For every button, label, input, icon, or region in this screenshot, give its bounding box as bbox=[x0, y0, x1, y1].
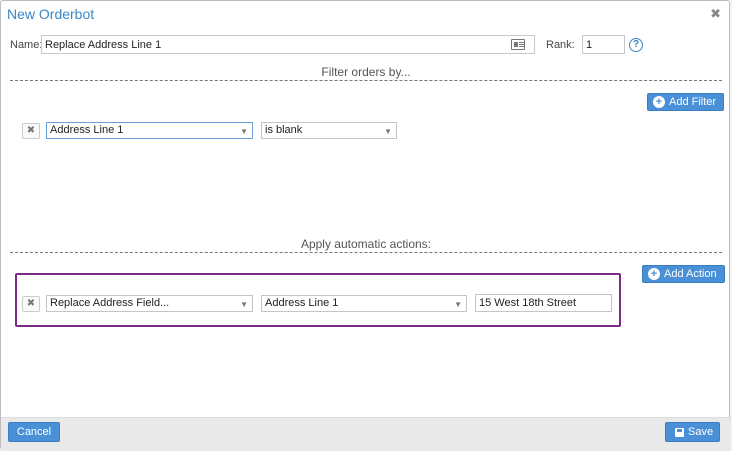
action-value-input[interactable] bbox=[475, 294, 612, 312]
floppy-disk-icon bbox=[675, 428, 684, 437]
plus-circle-icon: + bbox=[653, 96, 665, 108]
name-label: Name: bbox=[10, 39, 43, 51]
plus-circle-icon: + bbox=[648, 268, 660, 280]
actions-divider bbox=[10, 252, 722, 253]
filter-field-value: Address Line 1 bbox=[50, 124, 124, 136]
chevron-down-icon: ▼ bbox=[454, 300, 462, 309]
modal-title: New Orderbot bbox=[7, 6, 95, 22]
contact-card-icon[interactable] bbox=[511, 39, 525, 50]
modal-header: New Orderbot ✖ bbox=[1, 1, 729, 28]
action-type-value: Replace Address Field... bbox=[50, 297, 170, 309]
rank-label: Rank: bbox=[546, 39, 575, 51]
modal-footer bbox=[1, 417, 731, 451]
help-icon[interactable]: ? bbox=[629, 38, 643, 52]
chevron-down-icon: ▼ bbox=[384, 127, 392, 136]
add-filter-label: Add Filter bbox=[669, 96, 717, 108]
close-icon[interactable]: ✖ bbox=[710, 7, 721, 21]
filter-field-select[interactable]: Address Line 1 ▼ bbox=[46, 122, 253, 139]
remove-filter-button[interactable]: ✖ bbox=[22, 123, 40, 139]
add-action-button[interactable]: + Add Action bbox=[642, 265, 725, 283]
remove-action-button[interactable]: ✖ bbox=[22, 296, 40, 312]
cancel-button[interactable]: Cancel bbox=[8, 422, 60, 442]
rank-input[interactable] bbox=[582, 35, 625, 54]
chevron-down-icon: ▼ bbox=[240, 127, 248, 136]
orderbot-modal: New Orderbot ✖ Name: Rank: ? Filter orde… bbox=[0, 0, 731, 451]
save-button[interactable]: Save bbox=[665, 422, 720, 442]
actions-section-title: Apply automatic actions: bbox=[300, 237, 432, 251]
filter-condition-value: is blank bbox=[265, 124, 303, 136]
save-label: Save bbox=[688, 426, 714, 438]
action-target-select[interactable]: Address Line 1 ▼ bbox=[261, 295, 467, 312]
chevron-down-icon: ▼ bbox=[240, 300, 248, 309]
filter-divider bbox=[10, 80, 722, 81]
action-type-select[interactable]: Replace Address Field... ▼ bbox=[46, 295, 253, 312]
name-input[interactable] bbox=[41, 35, 535, 54]
add-action-label: Add Action bbox=[664, 268, 717, 280]
add-filter-button[interactable]: + Add Filter bbox=[647, 93, 725, 111]
action-target-value: Address Line 1 bbox=[265, 297, 339, 309]
filter-condition-select[interactable]: is blank ▼ bbox=[261, 122, 397, 139]
filter-section-title: Filter orders by... bbox=[321, 65, 411, 79]
